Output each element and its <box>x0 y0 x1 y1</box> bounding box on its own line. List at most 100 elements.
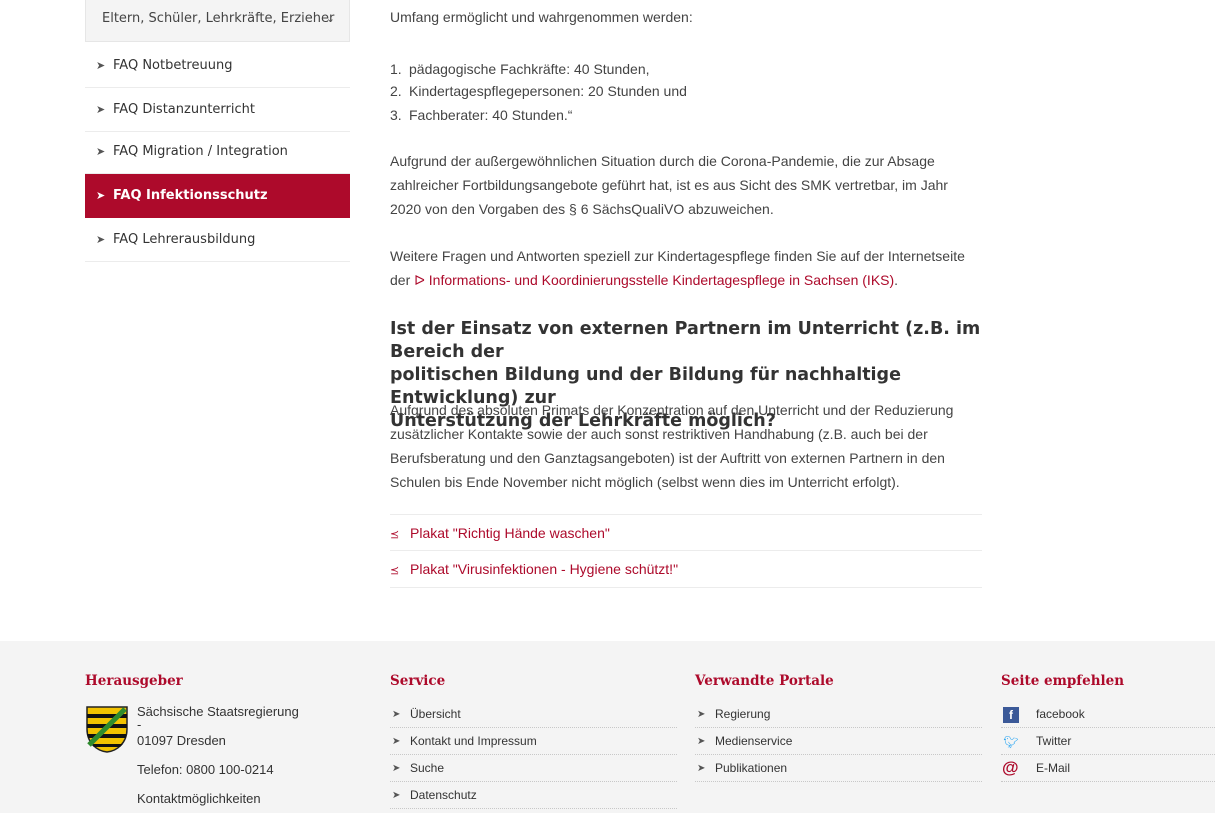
footer-share-list: f facebook 🐦︎ Twitter @ E-Mail <box>1001 701 1215 782</box>
footer-link-label: Publikationen <box>715 761 788 775</box>
list-text: pädagogische Fachkräfte: 40 Stunden, <box>409 61 650 77</box>
text-line: 2020 von den Vorgaben des § 6 SächsQuali… <box>390 201 774 217</box>
chevron-right-icon: ➤ <box>96 233 106 246</box>
footer-heading: Verwandte Portale <box>695 673 834 689</box>
footer-link-label: Datenschutz <box>410 788 477 802</box>
text-line: der ᐅ Informations- und Koordinierungsst… <box>390 268 982 292</box>
chevron-down-icon: ⌄ <box>325 12 335 25</box>
twitter-icon: 🐦︎ <box>1003 735 1019 749</box>
text-line: zahlreicher Fortbildungsangebote geführt… <box>390 177 948 193</box>
faq-answer: Aufgrund des absoluten Primats der Konze… <box>390 398 982 494</box>
list-number: 3. <box>390 107 402 123</box>
text-fragment: der <box>390 272 415 288</box>
sidebar-item-infektionsschutz[interactable]: ➤ FAQ Infektionsschutz <box>85 174 350 218</box>
footer-link-datenschutz[interactable]: ➤ Datenschutz <box>390 782 677 809</box>
download-label: Plakat "Virusinfektionen - Hygiene schüt… <box>410 561 679 577</box>
footer-service: Service ➤ Übersicht ➤ Kontakt und Impressu… <box>390 673 677 809</box>
sidebar-item-label: FAQ Distanzunterricht <box>113 102 255 117</box>
site-footer: Herausgeber Sächsische Staatsregierung -… <box>0 641 1215 813</box>
external-link-icon: ᐅ <box>414 272 429 288</box>
footer-service-list: ➤ Übersicht ➤ Kontakt und Impressum ➤ Suche… <box>390 701 677 809</box>
sidebar-item-lehrerausbildung[interactable]: ➤ FAQ Lehrerausbildung <box>85 218 350 262</box>
share-email-link[interactable]: @ E-Mail <box>1001 755 1215 782</box>
text-line: Aufgrund des absoluten Primats der Konze… <box>390 402 954 418</box>
download-icon: ⪯ <box>390 565 400 577</box>
text-line: zusätzlicher Kontakte sowie der auch son… <box>390 426 928 442</box>
list-number: 1. <box>390 61 402 77</box>
sidebar-item-label: FAQ Migration / Integration <box>113 144 288 159</box>
footer-link-label: Medienservice <box>715 734 793 748</box>
iks-link[interactable]: ᐅ Informations- und Koordinierungsstelle… <box>414 272 894 288</box>
paragraph-more-info: Weitere Fragen und Antworten speziell zu… <box>390 244 982 292</box>
sidebar-item-migration[interactable]: ➤ FAQ Migration / Integration <box>85 130 350 174</box>
share-label: facebook <box>1036 707 1085 721</box>
footer-heading: Service <box>390 673 446 689</box>
email-icon: @ <box>1002 758 1019 777</box>
share-label: E-Mail <box>1036 761 1071 775</box>
share-facebook-link[interactable]: f facebook <box>1001 701 1215 728</box>
sidebar-item-label: FAQ Lehrerausbildung <box>113 232 256 247</box>
heading-line: Ist der Einsatz von externen Partnern im… <box>390 319 981 362</box>
chevron-right-icon: ➤ <box>96 103 106 116</box>
paragraph-corona: Aufgrund der außergewöhnlichen Situation… <box>390 149 982 221</box>
divider <box>390 587 982 588</box>
footer-heading: Seite empfehlen <box>1001 673 1125 689</box>
list-text: Fachberater: 40 Stunden.“ <box>409 107 573 123</box>
footer-link-label: Regierung <box>715 707 771 721</box>
list-number: 2. <box>390 83 402 99</box>
download-link-hygiene[interactable]: ⪯ Plakat "Virusinfektionen - Hygiene schü… <box>390 550 982 587</box>
sidebar-item-label: FAQ Infektionsschutz <box>113 188 268 203</box>
footer-link-medienservice[interactable]: ➤ Medienservice <box>695 728 982 755</box>
chevron-right-icon: ➤ <box>697 763 706 774</box>
footer-heading: Herausgeber <box>85 673 183 689</box>
text-fragment: . <box>894 272 899 288</box>
share-label: Twitter <box>1036 734 1072 748</box>
footer-link-suche[interactable]: ➤ Suche <box>390 755 677 782</box>
saxony-coat-of-arms-icon <box>86 706 128 753</box>
download-label: Plakat "Richtig Hände waschen" <box>410 525 610 541</box>
iks-link-label: Informations- und Koordinierungsstelle K… <box>428 272 895 288</box>
publisher-city: 01097 Dresden <box>137 733 226 748</box>
text-line: Berufsberatung und den Ganztagsangeboten… <box>390 450 945 466</box>
contact-options-link[interactable]: Kontaktmöglichkeiten <box>137 790 347 807</box>
publisher-separator: - <box>137 717 142 732</box>
download-link-haende-waschen[interactable]: ⪯ Plakat "Richtig Hände waschen" <box>390 514 982 551</box>
footer-portals-list: ➤ Regierung ➤ Medienservice ➤ Publikationen <box>695 701 982 782</box>
footer-link-label: Kontakt und Impressum <box>410 734 537 748</box>
sidebar-item-label: FAQ Notbetreuung <box>113 58 233 73</box>
chevron-right-icon: ➤ <box>392 736 401 747</box>
footer-publisher: Herausgeber Sächsische Staatsregierung -… <box>85 673 355 806</box>
footer-link-kontakt[interactable]: ➤ Kontakt und Impressum <box>390 728 677 755</box>
footer-link-regierung[interactable]: ➤ Regierung <box>695 701 982 728</box>
audience-dropdown[interactable]: Eltern, Schüler, Lehrkräfte, Erzieher ⌄ <box>85 0 350 42</box>
chevron-right-icon: ➤ <box>96 59 106 72</box>
list-item: 1. pädagogische Fachkräfte: 40 Stunden, <box>390 57 650 81</box>
footer-link-label: Suche <box>410 761 445 775</box>
paragraph-intro-cut: Umfang ermöglicht und wahrgenommen werde… <box>390 9 693 25</box>
footer-link-publikationen[interactable]: ➤ Publikationen <box>695 755 982 782</box>
footer-portals: Verwandte Portale ➤ Regierung ➤ Medienserv… <box>695 673 982 782</box>
chevron-right-icon: ➤ <box>96 145 106 158</box>
sidebar-item-notbetreuung[interactable]: ➤ FAQ Notbetreuung <box>85 44 350 88</box>
chevron-right-icon: ➤ <box>697 736 706 747</box>
publisher-address: Sächsische Staatsregierung - 01097 Dresd… <box>137 703 347 807</box>
text-line: Aufgrund der außergewöhnlichen Situation… <box>390 153 935 169</box>
list-item: 3. Fachberater: 40 Stunden.“ <box>390 103 572 127</box>
publisher-phone: Telefon: 0800 100-0214 <box>137 762 274 777</box>
publisher-name: Sächsische Staatsregierung <box>137 704 299 719</box>
sidebar-item-distanzunterricht[interactable]: ➤ FAQ Distanzunterricht <box>85 88 350 132</box>
chevron-right-icon: ➤ <box>392 763 401 774</box>
text-line: Schulen bis Ende November nicht möglich … <box>390 474 900 490</box>
share-twitter-link[interactable]: 🐦︎ Twitter <box>1001 728 1215 755</box>
chevron-right-icon: ➤ <box>96 189 106 202</box>
chevron-right-icon: ➤ <box>392 790 401 801</box>
audience-dropdown-label: Eltern, Schüler, Lehrkräfte, Erzieher <box>102 11 335 26</box>
text-line: Weitere Fragen und Antworten speziell zu… <box>390 248 965 264</box>
chevron-right-icon: ➤ <box>392 709 401 720</box>
footer-link-uebersicht[interactable]: ➤ Übersicht <box>390 701 677 728</box>
list-item: 2. Kindertagespflegepersonen: 20 Stunden … <box>390 79 687 103</box>
chevron-right-icon: ➤ <box>697 709 706 720</box>
footer-share: Seite empfehlen f facebook 🐦︎ Twitter @ E-M… <box>1001 673 1215 782</box>
facebook-icon: f <box>1003 707 1019 723</box>
footer-link-label: Übersicht <box>410 707 461 721</box>
